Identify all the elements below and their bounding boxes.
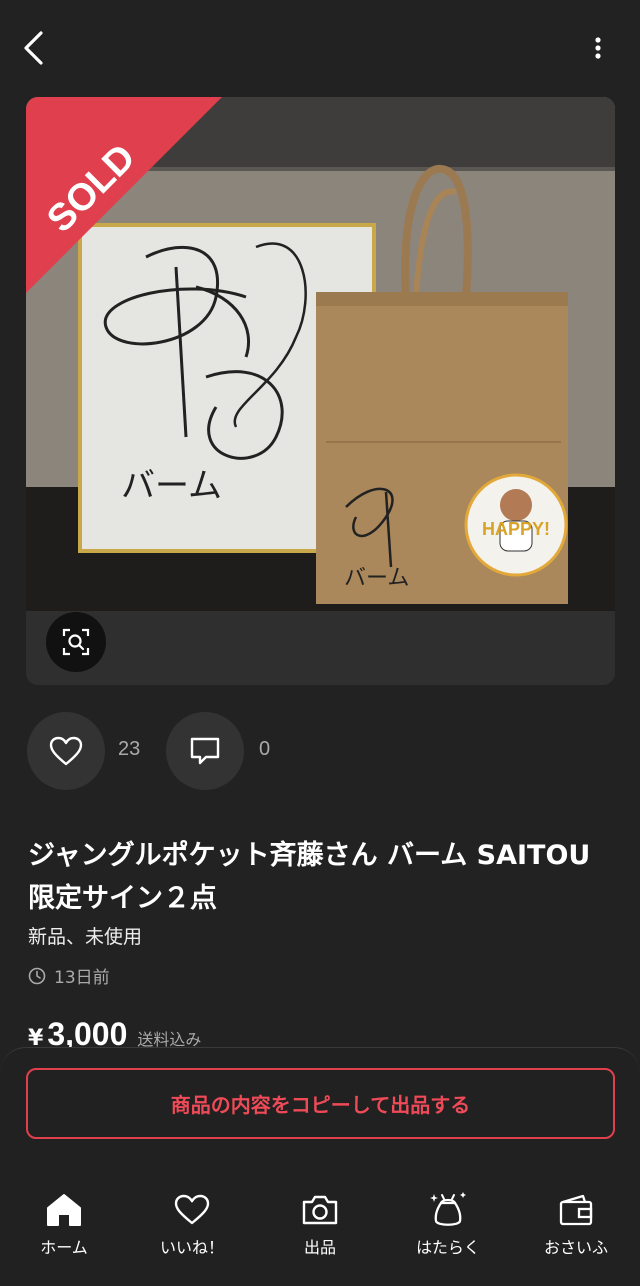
tab-label: ホーム: [40, 1238, 88, 1257]
more-options-button[interactable]: [578, 28, 618, 68]
tab-sell[interactable]: 出品: [256, 1190, 384, 1260]
top-bar: [0, 0, 640, 96]
camera-icon: [302, 1195, 338, 1225]
posted-time-row: 13日前: [28, 963, 110, 988]
tab-bar: ホーム いいね！ 出品 はたらく おさいふ: [0, 1190, 640, 1260]
board-handwriting: バーム: [121, 466, 222, 506]
tab-label: はたらく: [416, 1238, 480, 1257]
image-search-icon: [62, 628, 90, 656]
vertical-dots-icon: [595, 37, 601, 59]
heart-icon: [49, 736, 83, 766]
tab-label: おさいふ: [543, 1238, 608, 1257]
bag-handwriting: バーム: [344, 566, 409, 591]
sticker-text: HAPPY!: [482, 519, 550, 539]
tab-home[interactable]: ホーム: [0, 1190, 128, 1260]
item-condition: 新品、未使用: [28, 926, 143, 948]
item-photo-card: バーム バーム HAPPY! SOLD: [26, 97, 615, 685]
like-button[interactable]: [27, 712, 105, 790]
tab-label: 出品: [303, 1238, 336, 1257]
image-search-button[interactable]: [46, 612, 106, 672]
back-button[interactable]: [14, 28, 54, 68]
item-title: ジャングルポケット斉藤さん バーム SAITOU 限定サイン２点: [28, 840, 591, 914]
work-bag-icon: [430, 1192, 466, 1226]
copy-and-list-button[interactable]: 商品の内容をコピーして出品する: [26, 1068, 615, 1139]
comment-icon: [190, 737, 220, 765]
tab-likes[interactable]: いいね！: [128, 1190, 256, 1260]
heart-icon: [174, 1194, 210, 1225]
bottom-sheet: 商品の内容をコピーして出品する ホーム いいね！ 出品 はたらく おさいふ: [0, 1047, 640, 1286]
tab-label: いいね！: [159, 1238, 224, 1257]
sold-badge: SOLD: [26, 97, 226, 297]
comment-count: 0: [259, 738, 271, 760]
like-count: 23: [118, 738, 141, 760]
tab-work[interactable]: はたらく: [384, 1190, 512, 1260]
wallet-icon: [559, 1194, 593, 1226]
tab-wallet[interactable]: おさいふ: [512, 1190, 640, 1260]
home-icon: [47, 1194, 81, 1226]
comment-button[interactable]: [166, 712, 244, 790]
posted-time: 13日前: [54, 968, 110, 988]
clock-icon: [28, 967, 46, 984]
chevron-left-icon: [24, 31, 43, 65]
item-photo[interactable]: バーム バーム HAPPY! SOLD: [26, 97, 615, 611]
